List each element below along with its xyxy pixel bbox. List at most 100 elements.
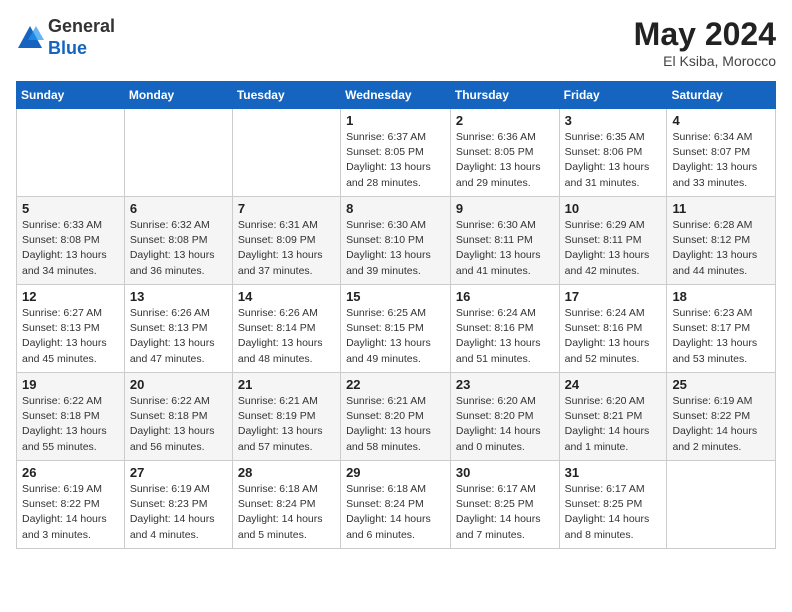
logo-general-text: General [48, 16, 115, 36]
day-number: 22 [346, 377, 445, 392]
calendar-cell: 22 Sunrise: 6:21 AM Sunset: 8:20 PM Dayli… [341, 373, 451, 461]
calendar-cell: 28Sunrise: 6:18 AM Sunset: 8:24 PM Dayli… [232, 461, 340, 549]
day-number: 23 [456, 377, 554, 392]
calendar-cell: 1 Sunrise: 6:37 AM Sunset: 8:05 PM Daylig… [341, 109, 451, 197]
day-info: Sunrise: 6:32 AM Sunset: 8:08 PM Dayligh… [130, 218, 227, 279]
day-info: Sunrise: 6:18 AM Sunset: 8:24 PM Dayligh… [346, 482, 445, 543]
page-header: General Blue May 2024 El Ksiba, Morocco [16, 16, 776, 69]
calendar-cell: 4 Sunrise: 6:34 AM Sunset: 8:07 PM Daylig… [667, 109, 776, 197]
day-info: Sunrise: 6:22 AM Sunset: 8:18 PM Dayligh… [22, 394, 119, 455]
day-number: 17 [565, 289, 662, 304]
weekday-header-row: SundayMondayTuesdayWednesdayThursdayFrid… [17, 82, 776, 109]
calendar-cell: 11Sunrise: 6:28 AM Sunset: 8:12 PM Dayli… [667, 197, 776, 285]
day-info: Sunrise: 6:37 AM Sunset: 8:05 PM Dayligh… [346, 130, 445, 191]
calendar-week-row: 1 Sunrise: 6:37 AM Sunset: 8:05 PM Daylig… [17, 109, 776, 197]
calendar-week-row: 12 Sunrise: 6:27 AM Sunset: 8:13 PM Dayli… [17, 285, 776, 373]
day-info: Sunrise: 6:24 AM Sunset: 8:16 PM Dayligh… [456, 306, 554, 367]
day-info: Sunrise: 6:33 AM Sunset: 8:08 PM Dayligh… [22, 218, 119, 279]
calendar-cell: 20 Sunrise: 6:22 AM Sunset: 8:18 PM Dayli… [124, 373, 232, 461]
day-number: 30 [456, 465, 554, 480]
calendar-cell: 23 Sunrise: 6:20 AM Sunset: 8:20 PM Dayli… [450, 373, 559, 461]
calendar-cell [232, 109, 340, 197]
calendar-cell: 31 Sunrise: 6:17 AM Sunset: 8:25 PM Dayli… [559, 461, 667, 549]
day-number: 7 [238, 201, 335, 216]
day-number: 16 [456, 289, 554, 304]
day-number: 19 [22, 377, 119, 392]
day-number: 8 [346, 201, 445, 216]
day-number: 2 [456, 113, 554, 128]
day-number: 14 [238, 289, 335, 304]
day-number: 26 [22, 465, 119, 480]
calendar-cell: 9 Sunrise: 6:30 AM Sunset: 8:11 PM Daylig… [450, 197, 559, 285]
weekday-header-monday: Monday [124, 82, 232, 109]
day-number: 24 [565, 377, 662, 392]
calendar-cell [17, 109, 125, 197]
day-info: Sunrise: 6:30 AM Sunset: 8:10 PM Dayligh… [346, 218, 445, 279]
day-number: 13 [130, 289, 227, 304]
day-number: 18 [672, 289, 770, 304]
day-info: Sunrise: 6:18 AM Sunset: 8:24 PM Dayligh… [238, 482, 335, 543]
calendar-cell: 12 Sunrise: 6:27 AM Sunset: 8:13 PM Dayli… [17, 285, 125, 373]
day-info: Sunrise: 6:35 AM Sunset: 8:06 PM Dayligh… [565, 130, 662, 191]
day-number: 11 [672, 201, 770, 216]
calendar-cell: 2 Sunrise: 6:36 AM Sunset: 8:05 PM Daylig… [450, 109, 559, 197]
title-block: May 2024 El Ksiba, Morocco [634, 16, 776, 69]
day-info: Sunrise: 6:24 AM Sunset: 8:16 PM Dayligh… [565, 306, 662, 367]
day-number: 12 [22, 289, 119, 304]
calendar-cell: 24 Sunrise: 6:20 AM Sunset: 8:21 PM Dayli… [559, 373, 667, 461]
calendar-cell: 13Sunrise: 6:26 AM Sunset: 8:13 PM Dayli… [124, 285, 232, 373]
logo-icon [16, 24, 44, 52]
day-info: Sunrise: 6:30 AM Sunset: 8:11 PM Dayligh… [456, 218, 554, 279]
day-info: Sunrise: 6:21 AM Sunset: 8:19 PM Dayligh… [238, 394, 335, 455]
day-number: 29 [346, 465, 445, 480]
weekday-header-friday: Friday [559, 82, 667, 109]
calendar-cell: 30 Sunrise: 6:17 AM Sunset: 8:25 PM Dayli… [450, 461, 559, 549]
day-info: Sunrise: 6:36 AM Sunset: 8:05 PM Dayligh… [456, 130, 554, 191]
calendar-cell: 17 Sunrise: 6:24 AM Sunset: 8:16 PM Dayli… [559, 285, 667, 373]
day-number: 1 [346, 113, 445, 128]
weekday-header-sunday: Sunday [17, 82, 125, 109]
calendar-cell: 14 Sunrise: 6:26 AM Sunset: 8:14 PM Dayli… [232, 285, 340, 373]
calendar-week-row: 19 Sunrise: 6:22 AM Sunset: 8:18 PM Dayli… [17, 373, 776, 461]
day-info: Sunrise: 6:26 AM Sunset: 8:14 PM Dayligh… [238, 306, 335, 367]
day-number: 15 [346, 289, 445, 304]
calendar-cell: 16 Sunrise: 6:24 AM Sunset: 8:16 PM Dayli… [450, 285, 559, 373]
calendar-cell: 3Sunrise: 6:35 AM Sunset: 8:06 PM Daylig… [559, 109, 667, 197]
day-number: 25 [672, 377, 770, 392]
day-info: Sunrise: 6:34 AM Sunset: 8:07 PM Dayligh… [672, 130, 770, 191]
day-info: Sunrise: 6:23 AM Sunset: 8:17 PM Dayligh… [672, 306, 770, 367]
calendar-week-row: 26 Sunrise: 6:19 AM Sunset: 8:22 PM Dayli… [17, 461, 776, 549]
day-info: Sunrise: 6:22 AM Sunset: 8:18 PM Dayligh… [130, 394, 227, 455]
calendar-cell: 26 Sunrise: 6:19 AM Sunset: 8:22 PM Dayli… [17, 461, 125, 549]
day-number: 31 [565, 465, 662, 480]
day-info: Sunrise: 6:17 AM Sunset: 8:25 PM Dayligh… [565, 482, 662, 543]
day-number: 10 [565, 201, 662, 216]
logo-blue-text: Blue [48, 38, 87, 58]
day-info: Sunrise: 6:29 AM Sunset: 8:11 PM Dayligh… [565, 218, 662, 279]
month-year-title: May 2024 [634, 16, 776, 53]
calendar-cell: 15Sunrise: 6:25 AM Sunset: 8:15 PM Dayli… [341, 285, 451, 373]
day-info: Sunrise: 6:20 AM Sunset: 8:21 PM Dayligh… [565, 394, 662, 455]
day-info: Sunrise: 6:17 AM Sunset: 8:25 PM Dayligh… [456, 482, 554, 543]
calendar-cell: 25 Sunrise: 6:19 AM Sunset: 8:22 PM Dayli… [667, 373, 776, 461]
day-info: Sunrise: 6:19 AM Sunset: 8:23 PM Dayligh… [130, 482, 227, 543]
calendar-cell: 8 Sunrise: 6:30 AM Sunset: 8:10 PM Daylig… [341, 197, 451, 285]
calendar-cell: 29 Sunrise: 6:18 AM Sunset: 8:24 PM Dayli… [341, 461, 451, 549]
day-number: 4 [672, 113, 770, 128]
day-info: Sunrise: 6:19 AM Sunset: 8:22 PM Dayligh… [22, 482, 119, 543]
day-number: 20 [130, 377, 227, 392]
calendar-cell [667, 461, 776, 549]
day-info: Sunrise: 6:27 AM Sunset: 8:13 PM Dayligh… [22, 306, 119, 367]
day-info: Sunrise: 6:20 AM Sunset: 8:20 PM Dayligh… [456, 394, 554, 455]
day-number: 21 [238, 377, 335, 392]
day-info: Sunrise: 6:19 AM Sunset: 8:22 PM Dayligh… [672, 394, 770, 455]
calendar-week-row: 5Sunrise: 6:33 AM Sunset: 8:08 PM Daylig… [17, 197, 776, 285]
day-info: Sunrise: 6:31 AM Sunset: 8:09 PM Dayligh… [238, 218, 335, 279]
weekday-header-saturday: Saturday [667, 82, 776, 109]
calendar-cell: 18 Sunrise: 6:23 AM Sunset: 8:17 PM Dayli… [667, 285, 776, 373]
day-number: 9 [456, 201, 554, 216]
calendar-cell: 27Sunrise: 6:19 AM Sunset: 8:23 PM Dayli… [124, 461, 232, 549]
day-info: Sunrise: 6:21 AM Sunset: 8:20 PM Dayligh… [346, 394, 445, 455]
weekday-header-tuesday: Tuesday [232, 82, 340, 109]
weekday-header-wednesday: Wednesday [341, 82, 451, 109]
